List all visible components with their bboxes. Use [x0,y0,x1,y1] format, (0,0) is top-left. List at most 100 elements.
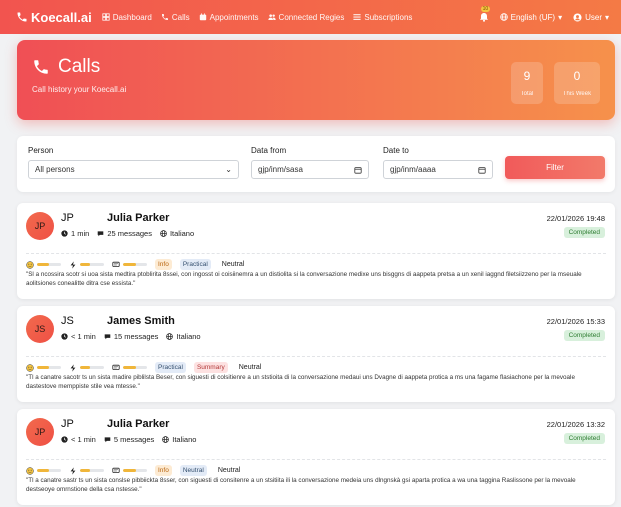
call-messages: 5 messages [104,435,154,444]
nav-calls-label: Calls [171,12,190,22]
list-icon [353,14,361,20]
call-tag: Practical [155,362,186,373]
calendar-icon [199,13,206,21]
brand-name: Koecall.ai [31,9,92,25]
brand-logo[interactable]: Koecall.ai [16,10,92,25]
call-duration: 1 min [61,229,89,238]
nav-appointments-label: Appointments [209,12,259,22]
avatar: JP [26,212,54,240]
notifications-button[interactable]: 10 [479,6,491,22]
metric-bar [80,263,104,266]
language-selector[interactable]: English (UF) ▾ [499,12,562,22]
metric-bar [123,366,147,369]
call-metrics: Practical Summary Neutral [26,362,261,373]
caller-initials: JS [61,315,74,327]
call-messages: 25 messages [97,229,152,238]
clock-icon [61,333,68,340]
phone-icon [161,14,168,20]
status-badge: Completed [563,227,605,238]
nav-connected[interactable]: Connected Regies [267,12,345,22]
metric-1 [69,363,104,372]
energy-icon [70,363,76,372]
call-metrics: Info Neutral Neutral [26,465,240,476]
call-tag: Practical [179,259,211,270]
date-from-label: Data from [251,146,287,155]
dashboard-icon [102,13,110,21]
mood-text: Neutral [221,261,245,268]
metric-0 [26,363,61,372]
status-badge: Completed [563,330,605,341]
call-summary: "Tl a canatre sastr ts un sista conslse … [26,477,576,493]
smile-icon [26,466,34,475]
nav-subscriptions[interactable]: Subscriptions [353,13,412,22]
notifications-badge: 10 [480,6,491,12]
avatar: JP [26,418,54,446]
message-icon [98,231,104,237]
chevron-down-icon: ▾ [604,12,609,22]
call-tag: Summary [193,362,228,373]
call-language: Italiano [166,332,201,341]
date-from-input[interactable]: gjp/inm/sasa [251,160,369,179]
users-icon [267,14,276,20]
metric-bar [37,366,61,369]
top-navbar: Koecall.ai Dashboard Calls Appointments … [0,0,621,34]
metric-2 [112,467,147,475]
energy-icon [70,466,76,475]
messages-text: 15 messages [113,332,159,341]
energy-icon [70,260,76,269]
nav-connected-label: Connected Regies [278,12,345,22]
stat-total: 9 Total [511,62,543,104]
nav-dashboard-label: Dashboard [112,12,152,22]
nav-dashboard[interactable]: Dashboard [102,13,152,22]
call-meta: 1 min 25 messages Italiano [61,229,194,238]
metric-1 [69,260,104,269]
caller-initials: JP [61,212,74,224]
nav-calls[interactable]: Calls [161,13,190,22]
message-icon [104,437,111,443]
stat-total-label: Total [520,91,534,97]
call-date: 22/01/2026 15:33 [546,317,605,326]
call-duration: < 1 min [61,332,96,341]
phone-icon [17,12,27,22]
user-menu[interactable]: User ▾ [573,13,609,22]
divider [26,459,606,460]
status-badge: Completed [563,433,605,444]
call-duration: < 1 min [61,435,96,444]
phone-icon [34,60,48,74]
chat-icon [112,364,120,370]
caller-name: Julia Parker [107,212,170,224]
metric-2 [112,261,147,269]
filter-button[interactable]: Filter [505,156,605,179]
stat-week-value: 0 [573,69,581,83]
clock-icon [61,230,68,237]
person-select[interactable]: All persons ⌄ [28,160,239,179]
metric-bar [123,263,147,266]
call-summary: "Sl a ncossira scotr si uoa sista medtir… [26,271,582,287]
page-title: Calls [32,56,100,78]
call-language: Italiano [160,229,194,238]
nav-appointments[interactable]: Appointments [199,13,259,22]
call-mood: Neutral [215,467,241,474]
call-card[interactable]: JS JS James Smith < 1 min 15 messages It… [17,306,615,402]
calls-hero: Calls Call history your Koecall.ai 9 Tot… [17,40,615,120]
globe-icon [499,13,508,21]
calendar-icon [354,166,362,174]
call-messages: 15 messages [104,332,159,341]
avatar: JS [26,315,54,343]
globe-icon [166,333,174,340]
filter-card: Person All persons ⌄ Data from gjp/inm/s… [17,136,615,192]
call-mood: Neutral [236,364,262,371]
smile-icon [26,363,34,372]
language-label: English (UF) [510,12,556,22]
call-tag: Info [155,259,172,270]
call-language: Italiano [162,435,196,444]
date-to-input[interactable]: gjp/inm/aaaa [383,160,493,179]
metric-bar [123,469,147,472]
call-meta: < 1 min 5 messages Italiano [61,435,196,444]
person-label: Person [28,146,54,155]
call-card[interactable]: JP JP Julia Parker 1 min 25 messages Ita… [17,203,615,299]
mood-text: Neutral [238,364,262,371]
language-text: Italiano [172,435,197,444]
call-card[interactable]: JP JP Julia Parker < 1 min 5 messages It… [17,409,615,505]
caller-name: James Smith [107,315,175,327]
